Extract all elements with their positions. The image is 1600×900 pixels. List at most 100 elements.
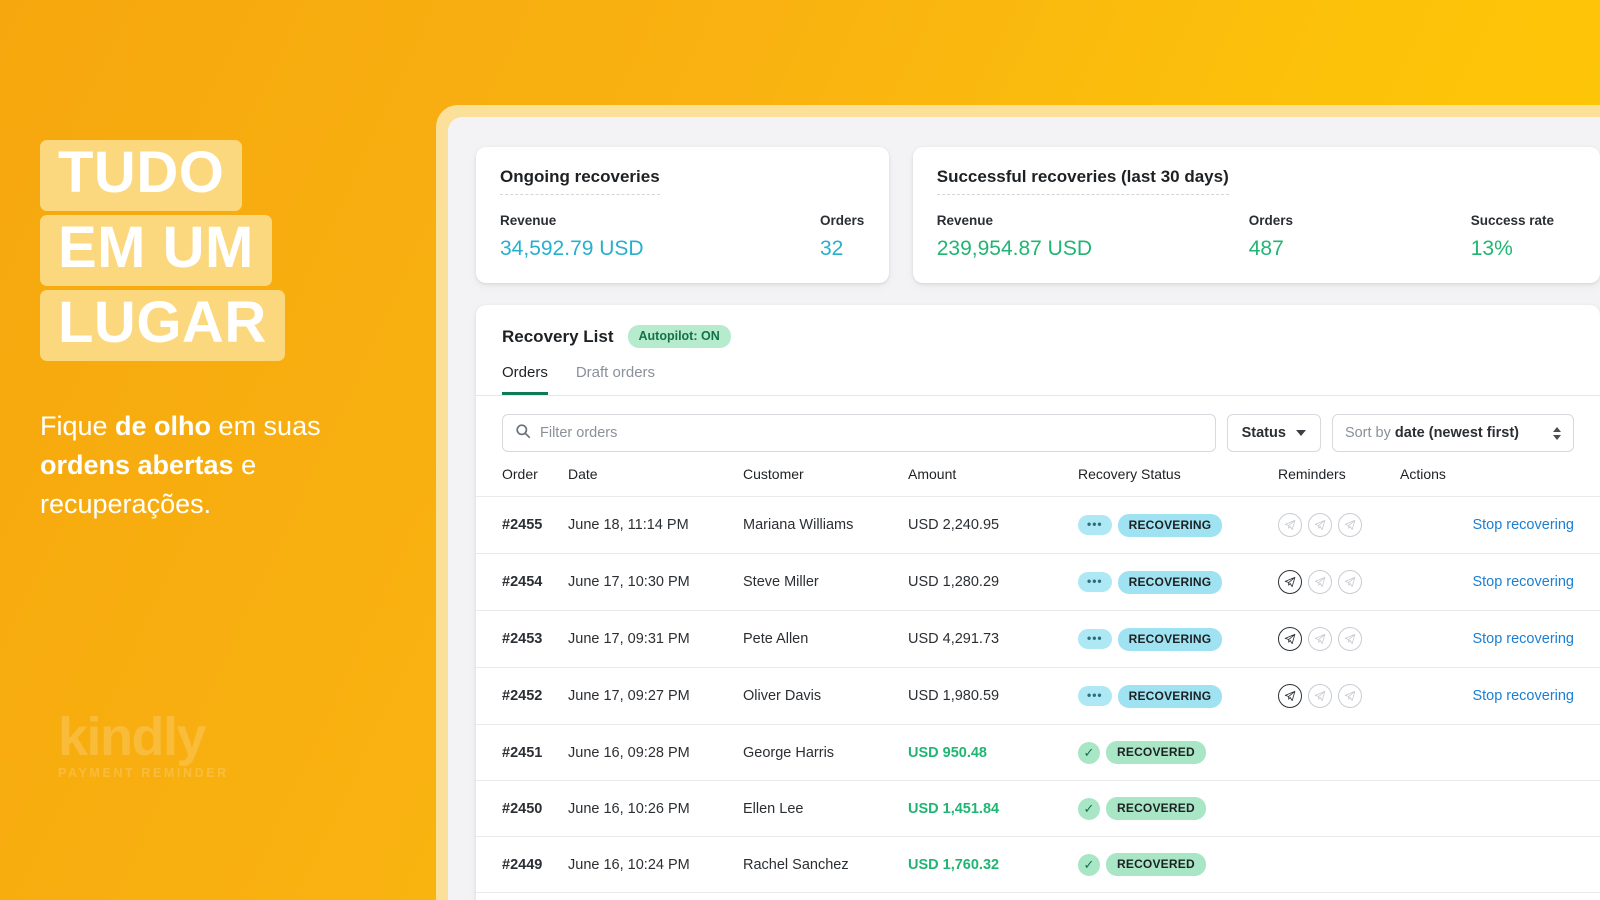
cell-customer: Pete Allen — [743, 610, 908, 668]
orders-table-head: Order Date Customer Amount Recovery Status Re… — [476, 466, 1600, 497]
logo-tagline: PAYMENT REMINDER — [58, 766, 229, 780]
cell-amount: USD 1,280.29 — [908, 553, 1078, 611]
cell-recovery-status: ••• RECOVERING — [1078, 553, 1278, 611]
cell-reminders — [1278, 610, 1400, 668]
app-window: Ongoing recoveries Revenue 34,592.79 USD… — [448, 117, 1600, 900]
search-placeholder: Filter orders — [540, 425, 618, 441]
send-reminder-icon[interactable] — [1278, 513, 1302, 537]
cell-customer: Rachel Sanchez — [743, 836, 908, 892]
cell-amount: USD 2,240.95 — [908, 496, 1078, 554]
sort-updown-icon — [1553, 426, 1561, 440]
recovery-list-header: Recovery List Autopilot: ON — [476, 305, 1600, 348]
column-header-reminders: Reminders — [1278, 466, 1346, 482]
stat-value: 13% — [1470, 237, 1513, 260]
promo-panel: TUDO EM UM LUGAR Fique de olho em suas ord… — [0, 0, 446, 900]
promo-headline-line-1: TUDO — [40, 140, 243, 211]
send-reminder-icon[interactable] — [1338, 513, 1362, 537]
send-reminder-icon[interactable] — [1338, 570, 1362, 594]
promo-subtitle-part: ordens abertas — [40, 450, 234, 481]
cell-order-id: #2451 — [502, 744, 543, 761]
send-reminder-icon[interactable] — [1308, 570, 1332, 594]
stat-card-ongoing-recoveries: Ongoing recoveries Revenue 34,592.79 USD… — [476, 147, 889, 283]
stat-label: Revenue — [500, 213, 557, 228]
cell-customer: Steve Miller — [743, 553, 908, 611]
send-reminder-icon[interactable] — [1308, 684, 1332, 708]
orders-table-body: #2455 June 18, 11:14 PM Mariana Williams US… — [476, 496, 1600, 892]
cell-reminders — [1278, 667, 1400, 725]
table-row[interactable]: #2449 June 16, 10:24 PM Rachel Sanchez USD … — [476, 836, 1600, 892]
send-reminder-icon[interactable] — [1278, 627, 1302, 651]
status-filter-button[interactable]: Status — [1226, 414, 1321, 452]
cell-date: June 18, 11:14 PM — [568, 496, 743, 554]
stop-recovering-link[interactable]: Stop recovering — [1472, 517, 1574, 533]
status-badge: RECOVERING — [1117, 684, 1223, 708]
table-row[interactable]: #2455 June 18, 11:14 PM Mariana Williams US… — [476, 496, 1600, 554]
column-header-recovery-status: Recovery Status — [1078, 466, 1181, 482]
cell-reminders — [1278, 724, 1400, 781]
send-reminder-icon[interactable] — [1278, 684, 1302, 708]
cell-reminders — [1278, 780, 1400, 837]
check-icon: ✓ — [1078, 797, 1100, 820]
cell-order-id: #2454 — [502, 574, 543, 590]
logo-wordmark: kindly — [58, 707, 207, 767]
table-row[interactable]: #2452 June 17, 09:27 PM Oliver Davis USD 1,… — [476, 667, 1600, 725]
cell-reminders — [1278, 553, 1400, 611]
stat-metric-revenue: Revenue 239,954.87 USD — [937, 213, 1249, 261]
recovery-list-card: Recovery List Autopilot: ON Orders Draft … — [476, 305, 1600, 900]
stat-metric-orders: Orders 32 — [820, 213, 864, 261]
cell-actions: Stop recovering — [1400, 610, 1600, 668]
stop-recovering-link[interactable]: Stop recovering — [1472, 631, 1574, 647]
cell-actions: Stop recovering — [1400, 667, 1600, 725]
cell-recovery-status: ✓ RECOVERED — [1078, 780, 1278, 837]
promo-headline-line-3: LUGAR — [40, 290, 285, 361]
cell-customer: George Harris — [743, 724, 908, 781]
stop-recovering-link[interactable]: Stop recovering — [1472, 574, 1574, 590]
stat-value: 34,592.79 USD — [500, 237, 644, 260]
status-progress-icon: ••• — [1078, 629, 1112, 649]
kindly-logo-watermark: kindly PAYMENT REMINDER — [58, 710, 229, 780]
cell-date: June 16, 09:28 PM — [568, 724, 743, 781]
status-badge: RECOVERING — [1117, 627, 1223, 651]
cell-amount: USD 1,760.32 — [908, 836, 1078, 892]
page-title: Recovery List — [502, 326, 614, 346]
table-header-row: Order Date Customer Amount Recovery Status Re… — [476, 466, 1600, 497]
search-icon — [515, 423, 531, 444]
stat-label: Orders — [820, 213, 865, 228]
table-row[interactable]: #2451 June 16, 09:28 PM George Harris USD 9… — [476, 724, 1600, 781]
table-row[interactable]: #2453 June 17, 09:31 PM Pete Allen USD 4,29… — [476, 610, 1600, 668]
cell-date: June 16, 10:24 PM — [568, 836, 743, 892]
status-filter-label: Status — [1241, 425, 1286, 441]
cell-order-id: #2455 — [502, 517, 543, 533]
column-header-order: Order — [502, 466, 538, 482]
cell-customer: Ellen Lee — [743, 780, 908, 837]
tab-draft-orders[interactable]: Draft orders — [576, 364, 655, 395]
tab-orders[interactable]: Orders — [502, 364, 548, 395]
status-badge: RECOVERING — [1117, 570, 1223, 594]
tab-bar: Orders Draft orders — [476, 348, 1600, 396]
cell-recovery-status: ••• RECOVERING — [1078, 496, 1278, 554]
table-row[interactable]: #2450 June 16, 10:26 PM Ellen Lee USD 1,451… — [476, 780, 1600, 837]
send-reminder-icon[interactable] — [1308, 627, 1332, 651]
promo-subtitle: Fique de olho em suas ordens abertas e r… — [40, 407, 400, 524]
check-icon: ✓ — [1078, 741, 1100, 764]
sort-select[interactable]: Sort by date (newest first) — [1331, 414, 1574, 452]
stat-label: Success rate — [1470, 213, 1555, 228]
status-badge: RECOVERED — [1106, 797, 1206, 820]
cell-amount: USD 4,291.73 — [908, 610, 1078, 668]
table-row[interactable]: #2454 June 17, 10:30 PM Steve Miller USD 1,… — [476, 553, 1600, 611]
search-input[interactable]: Filter orders — [502, 414, 1216, 452]
cell-recovery-status: ✓ RECOVERED — [1078, 724, 1278, 781]
cell-date: June 17, 09:27 PM — [568, 667, 743, 725]
send-reminder-icon[interactable] — [1338, 684, 1362, 708]
app-window-frame: Ongoing recoveries Revenue 34,592.79 USD… — [436, 105, 1600, 900]
send-reminder-icon[interactable] — [1308, 513, 1332, 537]
cell-actions — [1400, 724, 1600, 781]
cell-recovery-status: ✓ RECOVERED — [1078, 836, 1278, 892]
stat-label: Orders — [1248, 213, 1294, 228]
chevron-down-icon — [1295, 430, 1306, 436]
send-reminder-icon[interactable] — [1278, 570, 1302, 594]
stat-value: 239,954.87 USD — [936, 237, 1093, 260]
status-badge: RECOVERED — [1106, 741, 1206, 764]
stop-recovering-link[interactable]: Stop recovering — [1472, 688, 1574, 704]
send-reminder-icon[interactable] — [1338, 627, 1362, 651]
